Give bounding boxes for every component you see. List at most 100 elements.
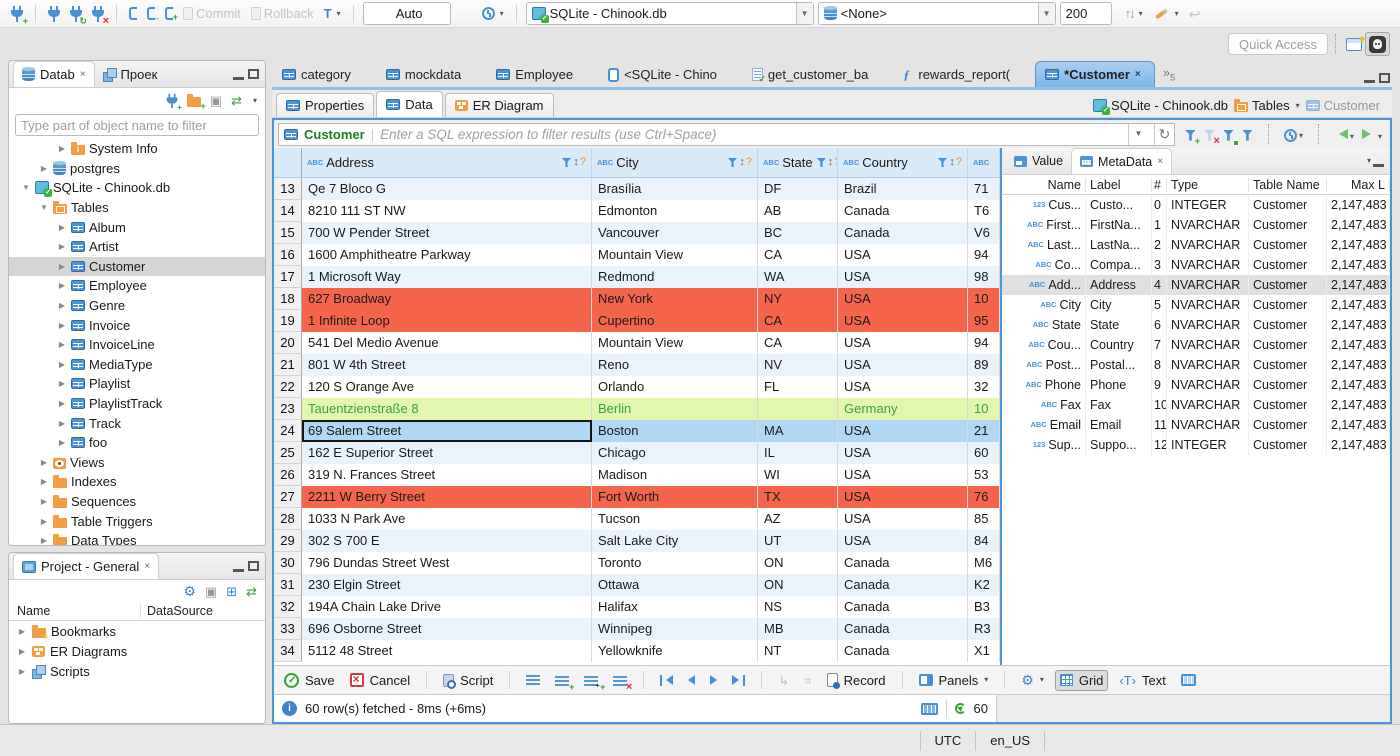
expand-arrow-icon[interactable]: ▶	[17, 647, 27, 656]
row-number-cell[interactable]: 24	[274, 420, 302, 442]
previous-row-button[interactable]	[684, 673, 699, 687]
cell-type[interactable]: NVARCHAR	[1167, 295, 1249, 315]
cell-city[interactable]: Berlin	[592, 398, 758, 420]
tree-item[interactable]: ▶ Playlist	[9, 374, 265, 394]
cell-country[interactable]: USA	[838, 530, 968, 552]
cell-type[interactable]: INTEGER	[1167, 435, 1249, 455]
cell-table-name[interactable]: Customer	[1249, 255, 1327, 275]
editor-tab[interactable]: get_customer_ba	[742, 61, 893, 87]
editor-tab[interactable]: *Customer ×	[1035, 61, 1155, 87]
cell-column-name[interactable]: ABC Post...	[1002, 355, 1086, 375]
cell-state[interactable]: FL	[758, 376, 838, 398]
column-header[interactable]: ABC State	[758, 148, 838, 177]
cell-label[interactable]: Phone	[1086, 375, 1152, 395]
cell-country[interactable]: USA	[838, 288, 968, 310]
cell-state[interactable]: MA	[758, 420, 838, 442]
calc-panel-button[interactable]	[1177, 672, 1200, 688]
cell-ordinal[interactable]: 2	[1152, 235, 1167, 255]
expand-arrow-icon[interactable]: ▶	[39, 536, 49, 545]
next-row-button[interactable]	[706, 673, 721, 687]
cell-address[interactable]: 696 Osborne Street	[302, 618, 592, 640]
cell-label[interactable]: FirstNa...	[1086, 215, 1152, 235]
collapse-all-icon[interactable]	[210, 94, 222, 107]
link-editor-icon[interactable]	[231, 94, 242, 107]
view-menu-icon[interactable]	[1367, 157, 1371, 165]
cell-country[interactable]: Brazil	[838, 178, 968, 200]
format-brush-button[interactable]	[1150, 2, 1182, 26]
recent-sql-editor-button[interactable]	[144, 2, 158, 26]
cell-postalcode[interactable]: 89	[968, 354, 1000, 376]
cell-postalcode[interactable]: V6	[968, 222, 1000, 244]
cell-label[interactable]: Postal...	[1086, 355, 1152, 375]
cell-city[interactable]: Yellowknife	[592, 640, 758, 662]
cell-address[interactable]: Tauentzienstraße 8	[302, 398, 592, 420]
cell-label[interactable]: Custo...	[1086, 195, 1152, 215]
navigate-reference-button[interactable]	[774, 672, 793, 689]
cell-address[interactable]: 302 S 700 E	[302, 530, 592, 552]
cell-country[interactable]: USA	[838, 332, 968, 354]
sort-icon[interactable]	[949, 157, 955, 168]
cell-column-name[interactable]: ABC State	[1002, 315, 1086, 335]
tree-item[interactable]: ▼ Tables	[9, 198, 265, 218]
cell-ordinal[interactable]: 8	[1152, 355, 1167, 375]
cell-max-length[interactable]: 2,147,483	[1327, 355, 1390, 375]
cell-type[interactable]: INTEGER	[1167, 195, 1249, 215]
gear-icon[interactable]	[183, 584, 196, 598]
cell-state[interactable]: ON	[758, 574, 838, 596]
cell-address[interactable]: 700 W Pender Street	[302, 222, 592, 244]
filter-history-dropdown[interactable]	[1127, 123, 1148, 145]
cell-type[interactable]: NVARCHAR	[1167, 355, 1249, 375]
cell-max-length[interactable]: 2,147,483	[1327, 335, 1390, 355]
cell-type[interactable]: NVARCHAR	[1167, 415, 1249, 435]
cell-address[interactable]: 194A Chain Lake Drive	[302, 596, 592, 618]
editor-tab[interactable]: rewards_report(	[893, 61, 1035, 87]
cell-address[interactable]: 627 Broadway	[302, 288, 592, 310]
reconnect-button[interactable]	[67, 2, 85, 26]
cell-address[interactable]: 801 W 4th Street	[302, 354, 592, 376]
tree-item[interactable]: ▶ Sequences	[9, 492, 265, 512]
first-row-button[interactable]	[656, 673, 677, 688]
row-number-cell[interactable]: 16	[274, 244, 302, 266]
cell-type[interactable]: NVARCHAR	[1167, 335, 1249, 355]
cell-address[interactable]: 319 N. Frances Street	[302, 464, 592, 486]
tab-value[interactable]: Value	[1006, 148, 1071, 174]
cell-table-name[interactable]: Customer	[1249, 315, 1327, 335]
cell-address[interactable]: 8210 111 ST NW	[302, 200, 592, 222]
metadata-row[interactable]: ABC Phone Phone 9 NVARCHAR Customer 2,147…	[1002, 375, 1390, 395]
new-folder-icon[interactable]	[186, 94, 201, 107]
cell-country[interactable]: USA	[838, 486, 968, 508]
metadata-row[interactable]: ABC First... FirstNa... 1 NVARCHAR Custom…	[1002, 215, 1390, 235]
tree-item[interactable]: ▶ System Info	[9, 139, 265, 159]
cell-country[interactable]: USA	[838, 508, 968, 530]
cell-type[interactable]: NVARCHAR	[1167, 315, 1249, 335]
metadata-row[interactable]: ABC Email Email 11 NVARCHAR Customer 2,14…	[1002, 415, 1390, 435]
tree-item[interactable]: ▶ InvoiceLine	[9, 335, 265, 355]
cell-ordinal[interactable]: 7	[1152, 335, 1167, 355]
tree-item[interactable]: ▶ Indexes	[9, 472, 265, 492]
minimize-button[interactable]	[233, 568, 244, 572]
cell-type[interactable]: NVARCHAR	[1167, 395, 1249, 415]
cell-postalcode[interactable]: 85	[968, 508, 1000, 530]
row-number-cell[interactable]: 26	[274, 464, 302, 486]
row-number-cell[interactable]: 34	[274, 640, 302, 662]
close-icon[interactable]: ×	[1135, 69, 1145, 80]
cell-ordinal[interactable]: 3	[1152, 255, 1167, 275]
sync-datasource-button[interactable]	[1122, 2, 1146, 26]
cell-address[interactable]: 1 Infinite Loop	[302, 310, 592, 332]
cell-column-name[interactable]: ABC Phone	[1002, 375, 1086, 395]
cell-city[interactable]: Redmond	[592, 266, 758, 288]
cell-state[interactable]: CA	[758, 332, 838, 354]
cell-city[interactable]: Halifax	[592, 596, 758, 618]
cell-table-name[interactable]: Customer	[1249, 215, 1327, 235]
cell-state[interactable]: UT	[758, 530, 838, 552]
cell-table-name[interactable]: Customer	[1249, 295, 1327, 315]
fetch-size-input[interactable]	[1059, 2, 1112, 25]
cell-type[interactable]: NVARCHAR	[1167, 255, 1249, 275]
row-number-cell[interactable]: 19	[274, 310, 302, 332]
tree-item[interactable]: ▶ Views	[9, 453, 265, 473]
row-number-cell[interactable]: 31	[274, 574, 302, 596]
cell-state[interactable]: NY	[758, 288, 838, 310]
metadata-row[interactable]: 123 Sup... Suppo... 12 INTEGER Customer 2…	[1002, 435, 1390, 455]
column-header[interactable]: #	[1152, 177, 1167, 192]
commit-mode-select[interactable]: Auto	[362, 2, 451, 25]
